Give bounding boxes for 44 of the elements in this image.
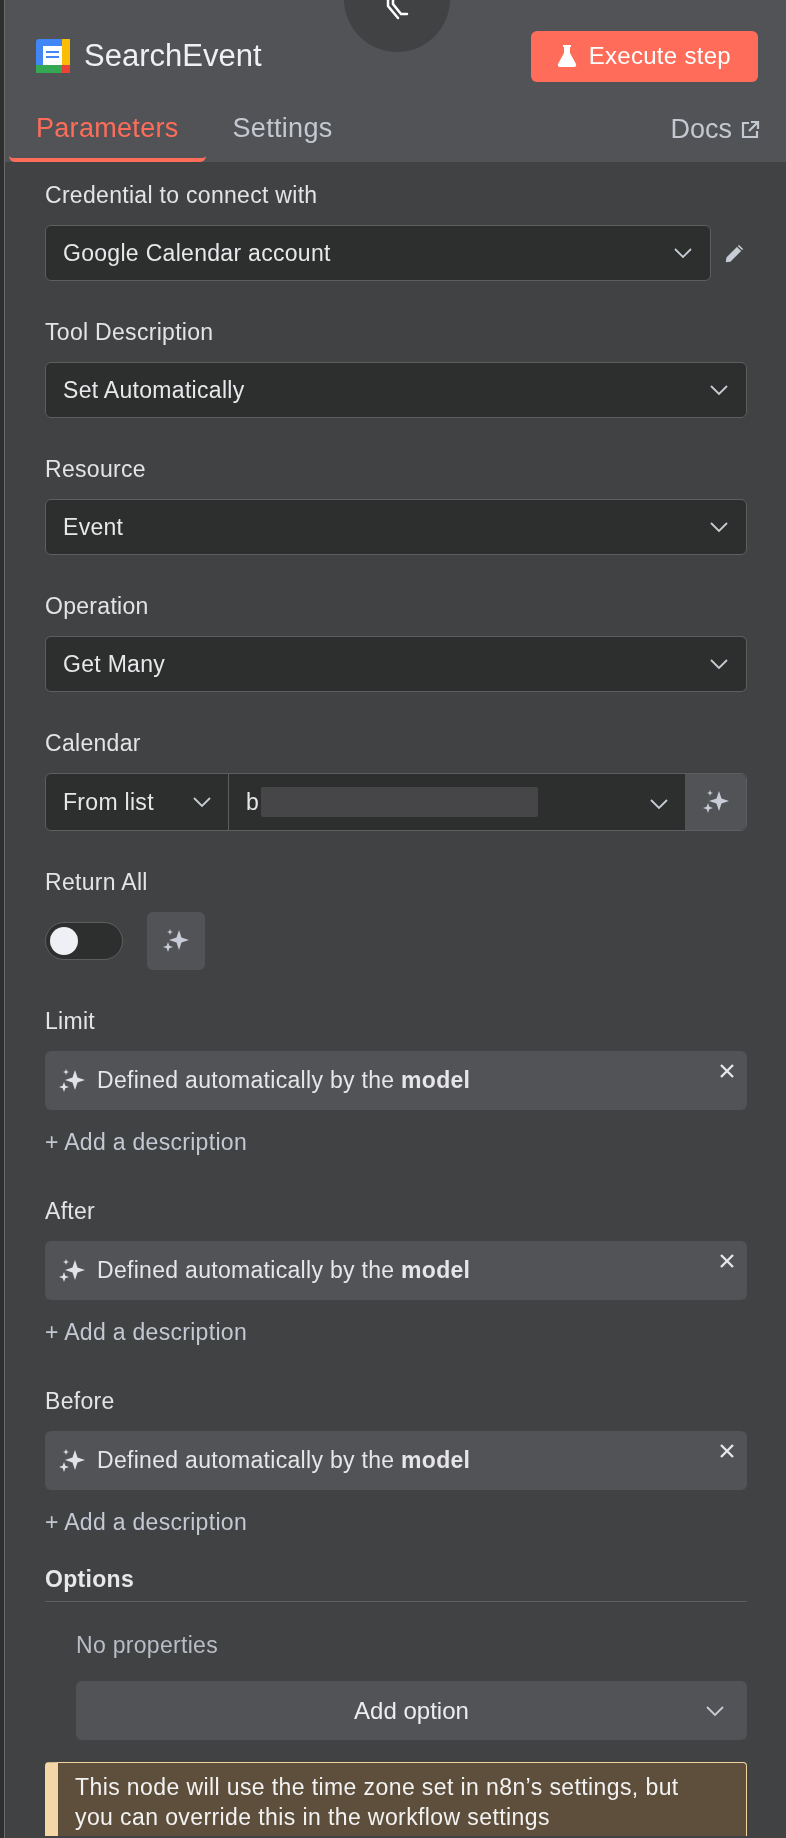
field-label: Credential to connect with xyxy=(45,182,318,209)
chevron-down-icon xyxy=(192,796,212,808)
close-icon[interactable] xyxy=(719,1443,735,1459)
chevron-down-icon xyxy=(709,658,729,670)
field-label: Limit xyxy=(45,1008,96,1035)
chevron-down-icon xyxy=(649,797,669,810)
field-label: After xyxy=(45,1198,96,1225)
dropdown-field[interactable]: Event xyxy=(45,499,747,555)
ai-button[interactable] xyxy=(147,912,205,970)
add-description-link[interactable]: + Add a description xyxy=(45,1509,247,1536)
close-icon[interactable] xyxy=(719,1253,735,1269)
auto-value-text: Defined automatically by the model xyxy=(97,1257,471,1284)
chevron-down-icon xyxy=(709,384,729,396)
empty-message: No properties xyxy=(76,1632,218,1659)
field-label: Return All xyxy=(45,869,148,896)
info-notice: This node will use the time zone set in n8n’s settings, but you can override this in the workflow settings xyxy=(45,1762,747,1836)
field-label: Resource xyxy=(45,456,146,483)
section-title: Options xyxy=(45,1566,134,1592)
chevron-down-icon xyxy=(709,521,729,533)
chevron-down-icon xyxy=(705,1705,725,1717)
field-label: Operation xyxy=(45,593,149,620)
external-link-icon xyxy=(740,119,760,140)
auto-value-text: Defined automatically by the model xyxy=(97,1067,471,1094)
add-description-link[interactable]: + Add a description xyxy=(45,1129,247,1156)
toggle-switch[interactable] xyxy=(45,922,123,960)
add-description-link[interactable]: + Add a description xyxy=(45,1319,247,1346)
auto-value-text: Defined automatically by the model xyxy=(97,1447,471,1474)
docs-link[interactable]: Docs xyxy=(670,114,760,145)
chevron-down-icon xyxy=(673,247,693,259)
field-label: Tool Description xyxy=(45,319,214,346)
dropdown-field[interactable]: Set Automatically xyxy=(45,362,747,418)
calendar-dropdown[interactable]: b xyxy=(229,774,685,830)
ai-button[interactable] xyxy=(685,774,746,830)
mode-dropdown[interactable]: From list xyxy=(46,774,229,830)
flask-icon xyxy=(556,45,577,67)
tab[interactable]: Settings xyxy=(205,111,360,162)
calendar-app-icon xyxy=(36,39,70,73)
field-label: Calendar xyxy=(45,730,141,757)
dropdown-field[interactable]: Google Calendar account xyxy=(45,225,711,281)
add-option-button[interactable]: Add option xyxy=(76,1681,747,1740)
node-title: SearchEvent xyxy=(84,38,262,74)
close-icon[interactable] xyxy=(719,1063,735,1079)
field-label: Before xyxy=(45,1388,115,1415)
dropdown-field[interactable]: Get Many xyxy=(45,636,747,692)
